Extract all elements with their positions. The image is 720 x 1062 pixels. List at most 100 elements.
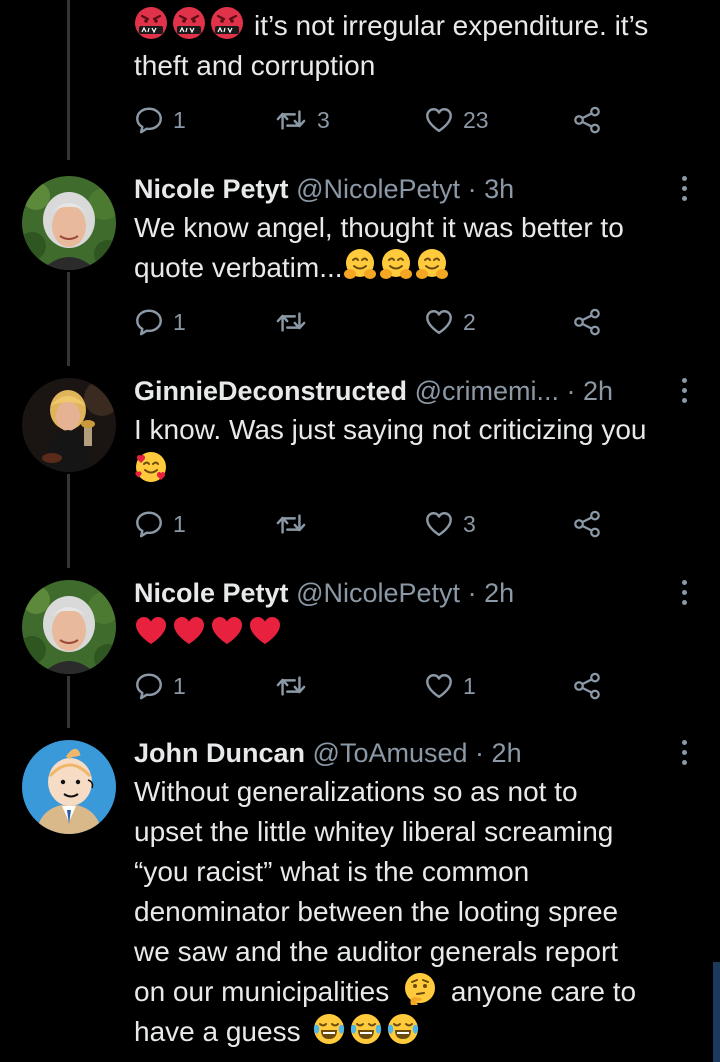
separator-dot: · xyxy=(467,578,477,608)
like-count: 3 xyxy=(463,510,476,537)
tweet-text: We know angel, thought it was better to … xyxy=(134,208,704,288)
heart-icon xyxy=(424,105,454,135)
tweet-text-line: upset the little whitey liberal screamin… xyxy=(134,816,614,847)
timestamp[interactable]: 3h xyxy=(484,174,514,204)
more-options-icon[interactable] xyxy=(676,174,694,204)
tweet[interactable]: Nicole Petyt @NicolePetyt · 3h We know a… xyxy=(0,160,720,360)
tears-of-joy-emoji xyxy=(349,1012,383,1046)
tweet-header: Nicole Petyt @NicolePetyt · 2h xyxy=(134,576,514,610)
cursing-face-emoji xyxy=(134,6,168,40)
tweet-actions: 1 2 xyxy=(134,304,614,340)
tweet-text-line: denominator between the looting spree xyxy=(134,896,619,927)
share-icon xyxy=(572,105,602,135)
tweet[interactable]: GinnieDeconstructed @crimemi... · 2h I k… xyxy=(0,362,720,562)
avatar-john-image xyxy=(22,740,116,834)
retweet-count: 3 xyxy=(317,106,330,133)
display-name[interactable]: Nicole Petyt xyxy=(134,174,289,204)
retweet-icon xyxy=(274,671,308,701)
tweet[interactable]: Nicole Petyt @NicolePetyt · 2h 1 1 xyxy=(0,564,720,724)
tweet-text xyxy=(134,614,704,654)
handle[interactable]: @ToAmused xyxy=(313,738,468,768)
share-icon xyxy=(572,509,602,539)
tweet-text-line: anyone care to xyxy=(450,976,637,1007)
heart-icon xyxy=(424,509,454,539)
avatar-ginnie-image xyxy=(22,378,116,472)
cursing-face-emoji xyxy=(172,6,206,40)
timestamp[interactable]: 2h xyxy=(484,578,514,608)
tweet-actions: 1 3 23 xyxy=(134,102,614,138)
tweet-actions: 1 3 xyxy=(134,506,614,542)
retweet-button[interactable]: 3 xyxy=(274,102,330,138)
retweet-button[interactable] xyxy=(274,668,308,704)
red-heart-emoji xyxy=(248,614,282,648)
display-name[interactable]: GinnieDeconstructed xyxy=(134,376,407,406)
reply-icon xyxy=(134,671,164,701)
reply-button[interactable]: 1 xyxy=(134,304,186,340)
heart-icon xyxy=(424,671,454,701)
avatar-nicole-image xyxy=(22,580,116,674)
tears-of-joy-emoji xyxy=(312,1012,346,1046)
avatar[interactable] xyxy=(22,378,116,472)
share-button[interactable] xyxy=(572,506,602,542)
share-button[interactable] xyxy=(572,668,602,704)
tweet-header: Nicole Petyt @NicolePetyt · 3h xyxy=(134,172,514,206)
display-name[interactable]: John Duncan xyxy=(134,738,305,768)
timestamp[interactable]: 2h xyxy=(583,376,613,406)
like-button[interactable]: 2 xyxy=(424,304,476,340)
avatar[interactable] xyxy=(22,176,116,270)
tweet-text-line: on our municipalities xyxy=(134,976,390,1007)
tweet[interactable]: John Duncan @ToAmused · 2h Without gener… xyxy=(0,726,720,1062)
cursing-face-emoji xyxy=(210,6,244,40)
separator-dot: · xyxy=(475,738,485,768)
separator-dot: · xyxy=(467,174,477,204)
red-heart-emoji xyxy=(210,614,244,648)
more-options-icon[interactable] xyxy=(676,578,694,608)
like-button[interactable]: 23 xyxy=(424,102,489,138)
handle[interactable]: @NicolePetyt xyxy=(296,578,460,608)
tweet-text: Without generalizations so as not to ups… xyxy=(134,772,704,1052)
tweet-text-line: it’s not irregular expenditure. it’s xyxy=(254,10,649,41)
red-heart-emoji xyxy=(172,614,206,648)
tweet-text-line: “you racist” what is the common xyxy=(134,856,530,887)
tweet-header: GinnieDeconstructed @crimemi... · 2h xyxy=(134,374,613,408)
thinking-face-emoji xyxy=(403,972,437,1006)
like-button[interactable]: 1 xyxy=(424,668,476,704)
reply-count: 1 xyxy=(173,308,186,335)
tweet-text-line: have a guess xyxy=(134,1016,301,1047)
display-name[interactable]: Nicole Petyt xyxy=(134,578,289,608)
tweet-actions: 1 1 xyxy=(134,668,614,704)
reply-icon xyxy=(134,105,164,135)
handle[interactable]: @crimemi... xyxy=(415,376,559,406)
tweet-text-line: We know angel, thought it was better to xyxy=(134,212,624,243)
share-icon xyxy=(572,671,602,701)
scroll-indicator[interactable] xyxy=(713,962,720,1062)
reply-button[interactable]: 1 xyxy=(134,102,186,138)
handle[interactable]: @NicolePetyt xyxy=(296,174,460,204)
hugging-face-emoji xyxy=(343,248,377,282)
more-options-icon[interactable] xyxy=(676,376,694,406)
tweet-text-line: theft and corruption xyxy=(134,50,376,81)
reply-button[interactable]: 1 xyxy=(134,506,186,542)
reply-count: 1 xyxy=(173,510,186,537)
avatar[interactable] xyxy=(22,740,116,834)
tweet-text: it’s not irregular expenditure. it’s the… xyxy=(134,6,704,86)
tweet-text-line: I know. Was just saying not criticizing … xyxy=(134,414,647,445)
share-button[interactable] xyxy=(572,304,602,340)
reply-icon xyxy=(134,509,164,539)
tweet-header: John Duncan @ToAmused · 2h xyxy=(134,736,522,770)
timestamp[interactable]: 2h xyxy=(492,738,522,768)
tweet-text-line: quote verbatim... xyxy=(134,252,343,283)
hugging-face-emoji xyxy=(379,248,413,282)
reply-button[interactable]: 1 xyxy=(134,668,186,704)
share-button[interactable] xyxy=(572,102,602,138)
avatar[interactable] xyxy=(22,580,116,674)
red-heart-emoji xyxy=(134,614,168,648)
retweet-button[interactable] xyxy=(274,304,308,340)
retweet-button[interactable] xyxy=(274,506,308,542)
like-button[interactable]: 3 xyxy=(424,506,476,542)
share-icon xyxy=(572,307,602,337)
tweet[interactable]: it’s not irregular expenditure. it’s the… xyxy=(0,0,720,160)
more-options-icon[interactable] xyxy=(676,738,694,768)
tweet-text-line: we saw and the auditor generals report xyxy=(134,936,619,967)
heart-icon xyxy=(424,307,454,337)
